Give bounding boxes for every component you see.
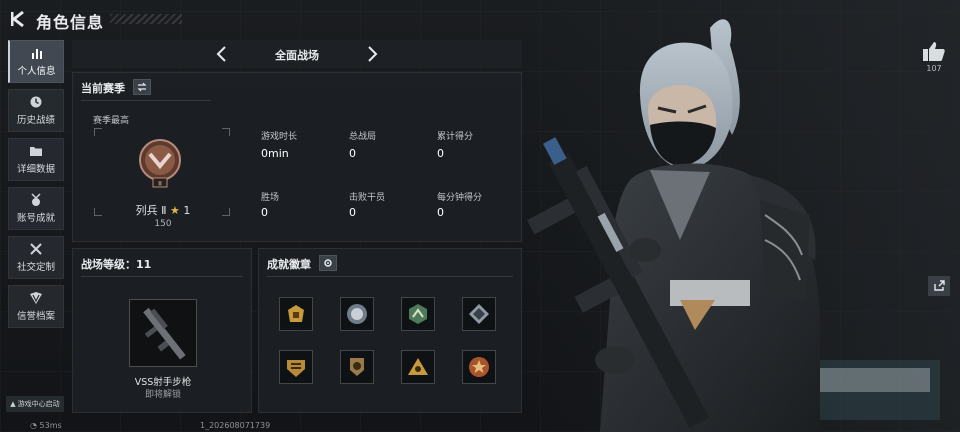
- stat-label-playtime: 游戏时长: [261, 132, 298, 142]
- badges-panel: 成就徽章: [258, 248, 522, 413]
- badge-7-icon: [408, 358, 428, 375]
- badges-heading: 成就徽章: [267, 258, 311, 271]
- sidebar: 个人信息 历史战绩 详细数据 账号成就 社交定制 信誉档案: [8, 40, 66, 334]
- thumbs-up-icon[interactable]: [922, 40, 946, 62]
- sidebar-item-label: 信誉档案: [16, 311, 55, 322]
- game-center-button[interactable]: ▲ 游戏中心启动: [6, 396, 64, 412]
- top-bar: 角色信息: [0, 0, 520, 38]
- season-best-label: 赛季最高: [93, 116, 130, 126]
- divider: [81, 276, 243, 277]
- gear-icon: [324, 259, 332, 267]
- sidebar-item-label: 账号成就: [16, 213, 55, 224]
- rank-box: II 列兵 Ⅱ ★ 1 150: [93, 127, 232, 229]
- sidebar-item-reputation[interactable]: 信誉档案: [8, 285, 64, 328]
- badge-1-icon: [288, 305, 304, 322]
- stat-value-total-matches: 0: [349, 147, 356, 160]
- sidebar-item-personal-info[interactable]: 个人信息: [8, 40, 64, 83]
- medal-icon: [31, 193, 41, 206]
- stat-value-playtime: 0min: [261, 147, 289, 160]
- badge-6-icon: [350, 358, 364, 376]
- chevron-right-icon[interactable]: [362, 44, 382, 64]
- sidebar-item-label: 详细数据: [16, 164, 55, 175]
- sidebar-item-label: 个人信息: [17, 66, 56, 77]
- sidebar-item-achievements[interactable]: 账号成就: [8, 187, 64, 230]
- bar-chart-icon: [31, 49, 42, 59]
- badge-6[interactable]: [340, 350, 374, 384]
- mode-title: 全面战场: [275, 49, 319, 62]
- stat-label-kills: 击败干员: [349, 193, 386, 203]
- badge-7[interactable]: [401, 350, 435, 384]
- rank-name-line: 列兵 Ⅱ ★ 1: [94, 202, 232, 218]
- badge-2[interactable]: [340, 297, 374, 331]
- badge-8-icon: [469, 357, 489, 377]
- share-button[interactable]: [928, 276, 950, 296]
- season-heading: 当前赛季: [81, 82, 125, 95]
- badge-1[interactable]: [279, 297, 313, 331]
- stat-value-kills: 0: [349, 206, 356, 219]
- title-decoration: [110, 14, 182, 24]
- sidebar-item-label: 社交定制: [16, 262, 55, 273]
- tools-icon: [30, 243, 42, 255]
- swap-icon: [137, 82, 147, 92]
- folder-icon: [30, 147, 42, 156]
- weapon-unlock-status: 即将解锁: [144, 390, 181, 400]
- page-title: 角色信息: [36, 13, 105, 32]
- badge-8[interactable]: [462, 350, 496, 384]
- rank-emblem-icon: II: [139, 139, 181, 188]
- shield-icon: [30, 292, 42, 304]
- share-icon: [934, 280, 945, 291]
- rank-stars: 1: [183, 204, 191, 217]
- badge-3[interactable]: [401, 297, 435, 331]
- status-id: 1_202608071739: [200, 421, 271, 430]
- stat-value-total-score: 0: [437, 147, 444, 160]
- season-switch-button[interactable]: [133, 79, 151, 95]
- stat-label-total-score: 累计得分: [437, 132, 474, 142]
- back-arrow-icon[interactable]: [8, 8, 30, 30]
- wifi-icon: ◔: [30, 421, 40, 430]
- mode-switcher: 全面战场: [72, 40, 522, 68]
- sidebar-item-detailed-data[interactable]: 详细数据: [8, 138, 64, 181]
- rank-badge-number: II: [158, 181, 162, 188]
- sidebar-item-history[interactable]: 历史战绩: [8, 89, 64, 132]
- divider: [81, 100, 211, 101]
- sidebar-item-social-custom[interactable]: 社交定制: [8, 236, 64, 279]
- stat-value-wins: 0: [261, 206, 268, 219]
- weapon-card[interactable]: [129, 299, 197, 367]
- game-center-label: 游戏中心启动: [17, 400, 60, 408]
- status-ping: ◔ 53ms: [30, 421, 62, 430]
- clock-icon: [30, 96, 42, 108]
- character-portrait: [527, 19, 940, 432]
- stat-value-score-per-min: 0: [437, 206, 444, 219]
- badge-5-icon: [287, 360, 305, 377]
- sidebar-item-label: 历史战绩: [16, 115, 55, 126]
- rifle-icon: [143, 307, 186, 360]
- stat-label-total-matches: 总战局: [349, 132, 377, 142]
- badge-4-icon: [469, 304, 489, 324]
- divider: [267, 276, 513, 277]
- season-panel: 当前赛季 赛季最高 II 列兵 Ⅱ ★ 1 150 游戏时长 0min 总战局 …: [72, 72, 522, 242]
- game-center-icon: ▲: [10, 400, 16, 408]
- badges-settings-button[interactable]: [319, 255, 337, 271]
- level-heading: 战场等级：11: [81, 258, 152, 271]
- badge-2-icon: [347, 304, 367, 324]
- star-icon: ★: [170, 204, 180, 217]
- badge-5[interactable]: [279, 350, 313, 384]
- stat-label-wins: 胜场: [261, 193, 280, 203]
- badge-4[interactable]: [462, 297, 496, 331]
- like-count: 107: [926, 64, 942, 73]
- ping-value: 53ms: [39, 421, 62, 430]
- badge-3-icon: [409, 304, 427, 324]
- weapon-name: VSS射手步枪: [134, 377, 192, 388]
- rank-score: 150: [154, 219, 172, 229]
- level-panel: 战场等级：11 VSS射手步枪 即将解锁: [72, 248, 252, 413]
- rank-name: 列兵 Ⅱ: [135, 204, 167, 217]
- stat-label-score-per-min: 每分钟得分: [437, 193, 483, 203]
